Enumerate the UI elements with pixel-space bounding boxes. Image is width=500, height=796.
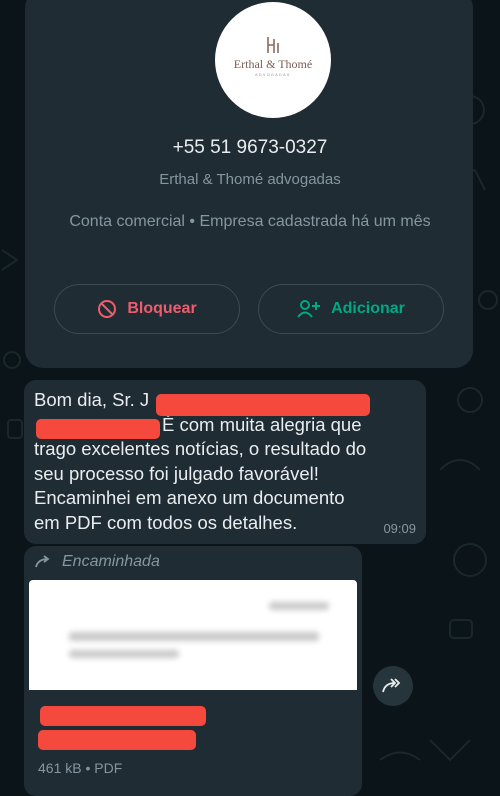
redaction-mark (156, 394, 370, 416)
block-button[interactable]: Bloquear (54, 284, 240, 334)
message-line-2: É com muita alegria que (162, 413, 362, 435)
redaction-mark (38, 730, 196, 750)
phone-number: +55 51 9673-0327 (172, 137, 328, 158)
message-time: 09:09 (383, 521, 416, 536)
greeting-text: Bom dia, Sr. J (34, 389, 150, 410)
message-body: trago excelentes notícias, o resultado d… (34, 438, 367, 533)
forwarded-document-bubble[interactable]: Encaminhada 461 kB • PDF (24, 546, 362, 796)
blurred-line (69, 650, 179, 658)
block-label: Bloquear (127, 300, 197, 317)
logo-mark-icon (267, 37, 279, 53)
forwarded-label: Encaminhada (62, 553, 160, 570)
forwarded-header: Encaminhada (34, 553, 160, 571)
redaction-mark (36, 419, 160, 439)
message-bubble[interactable]: Bom dia, Sr. J É com muita alegria que t… (24, 380, 426, 544)
pdf-preview-thumbnail[interactable] (29, 580, 357, 690)
business-name: Erthal & Thomé advogadas (159, 171, 341, 188)
account-info: Conta comercial • Empresa cadastrada há … (69, 213, 431, 230)
file-meta: 461 kB • PDF (38, 760, 123, 776)
redaction-mark (40, 706, 206, 726)
blurred-line (69, 632, 319, 641)
business-logo: Erthal & Thomé ADVOGADAS (215, 2, 331, 118)
block-icon (98, 300, 117, 318)
contact-info-card: Erthal & Thomé ADVOGADAS +55 51 9673-032… (25, 0, 473, 368)
share-forward-button[interactable] (373, 666, 413, 706)
forward-arrow-icon (35, 555, 50, 568)
add-label: Adicionar (331, 300, 405, 317)
share-forward-icon (382, 678, 401, 693)
logo-subtitle: ADVOGADAS (255, 73, 291, 77)
blurred-line (269, 602, 329, 610)
logo-text: Erthal & Thomé (233, 57, 313, 71)
add-contact-button[interactable]: Adicionar (258, 284, 444, 334)
add-contact-icon (297, 300, 321, 318)
